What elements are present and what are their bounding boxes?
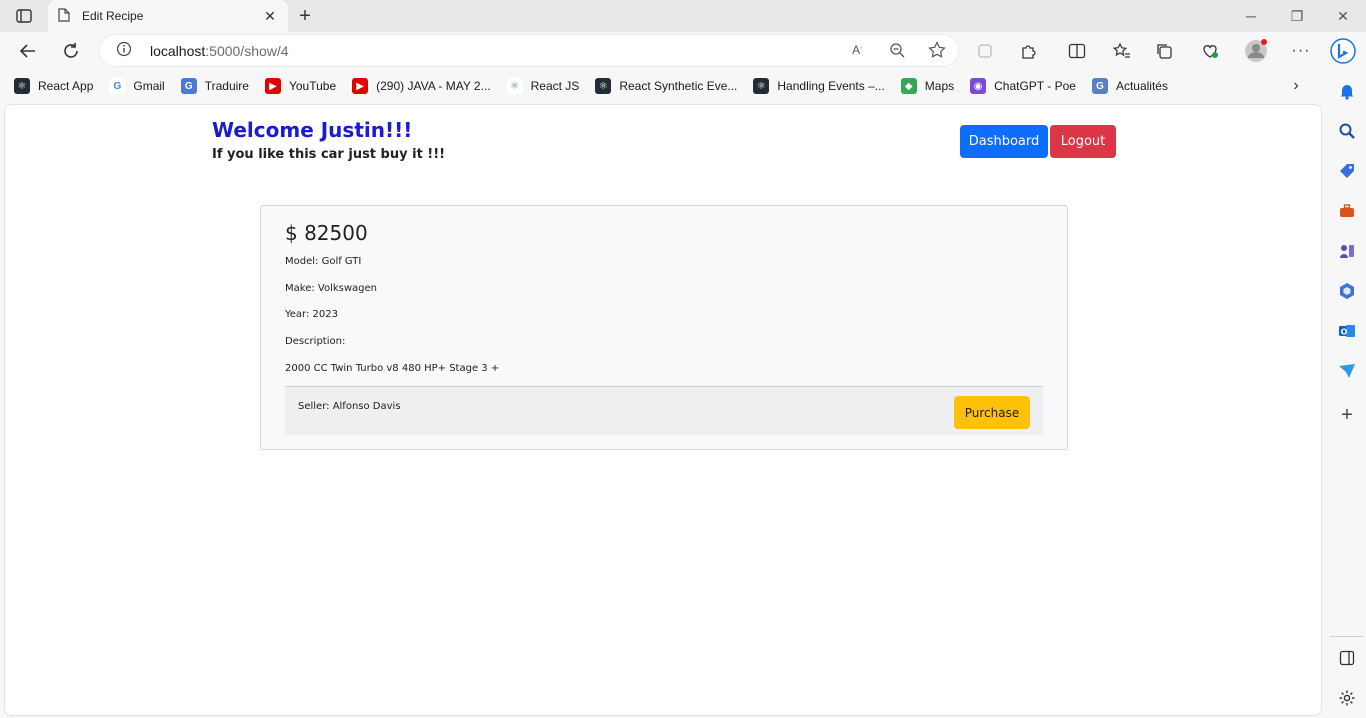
bookmark-chatgpt-poe[interactable]: ◉ ChatGPT - Poe bbox=[970, 78, 1076, 94]
hide-sidebar-icon[interactable] bbox=[1334, 645, 1360, 671]
tab-title: Edit Recipe bbox=[82, 9, 144, 23]
page-subtitle: If you like this car just buy it !!! bbox=[212, 147, 446, 162]
bookmark-react-js[interactable]: ⚛ React JS bbox=[506, 78, 579, 94]
car-price: $ 82500 bbox=[285, 221, 368, 245]
car-description: 2000 CC Twin Turbo v8 480 HP+ Stage 3 + bbox=[285, 363, 500, 374]
car-description-label: Description: bbox=[285, 336, 346, 347]
collections-icon[interactable] bbox=[1150, 36, 1180, 66]
maps-icon: ◆ bbox=[900, 78, 917, 94]
back-icon[interactable] bbox=[12, 36, 42, 66]
react-icon: ⚛ bbox=[595, 78, 612, 94]
bookmark-handling-events[interactable]: ⚛ Handling Events –... bbox=[753, 78, 885, 94]
car-card: $ 82500 Model: Golf GTI Make: Volkswagen… bbox=[260, 205, 1068, 450]
navigation-bar: localhost:5000/show/4 Aʼ ··· bbox=[0, 32, 1366, 70]
microsoft365-icon[interactable] bbox=[1334, 278, 1360, 304]
window-close-icon[interactable]: ✕ bbox=[1320, 0, 1366, 32]
performance-icon[interactable] bbox=[1195, 36, 1225, 66]
bookmark-traduire[interactable]: G Traduire bbox=[180, 78, 249, 94]
extensions-icon[interactable] bbox=[1014, 36, 1044, 66]
sidebar-divider bbox=[1330, 636, 1364, 637]
site-info-icon[interactable] bbox=[116, 41, 132, 60]
search-icon[interactable] bbox=[1334, 118, 1360, 144]
read-aloud-icon[interactable]: Aʼ bbox=[846, 39, 868, 61]
purchase-button[interactable]: Purchase bbox=[954, 396, 1030, 429]
car-year: Year: 2023 bbox=[285, 309, 338, 320]
zoom-out-icon[interactable] bbox=[886, 39, 908, 61]
browser-essentials-icon[interactable] bbox=[970, 36, 1000, 66]
add-icon[interactable]: + bbox=[1334, 402, 1360, 428]
google-icon: G bbox=[109, 78, 126, 94]
chevron-right-icon[interactable]: › bbox=[1286, 76, 1306, 96]
logout-button[interactable]: Logout bbox=[1050, 125, 1116, 158]
youtube-icon: ▶ bbox=[352, 78, 369, 94]
address-bar[interactable]: localhost:5000/show/4 Aʼ bbox=[100, 35, 958, 66]
shopping-tag-icon[interactable] bbox=[1334, 158, 1360, 184]
settings-gear-icon[interactable] bbox=[1334, 685, 1360, 711]
url-text[interactable]: localhost:5000/show/4 bbox=[150, 43, 289, 59]
tab-actions-icon[interactable] bbox=[8, 6, 40, 26]
favorites-icon[interactable] bbox=[1107, 36, 1137, 66]
games-icon[interactable] bbox=[1334, 238, 1360, 264]
profile-avatar[interactable] bbox=[1241, 36, 1271, 66]
restore-icon[interactable]: ❐ bbox=[1274, 0, 1320, 32]
copilot-icon[interactable] bbox=[1328, 36, 1358, 66]
react-icon: ⚛ bbox=[14, 78, 30, 94]
react-icon: ⚛ bbox=[506, 78, 523, 94]
car-make: Make: Volkswagen bbox=[285, 283, 377, 294]
close-tab-icon[interactable]: ✕ bbox=[262, 8, 278, 24]
bell-icon[interactable] bbox=[1334, 78, 1360, 104]
welcome-heading: Welcome Justin!!! bbox=[212, 118, 413, 142]
youtube-icon: ▶ bbox=[264, 78, 281, 94]
bookmark-maps[interactable]: ◆ Maps bbox=[900, 78, 954, 94]
bookmark-gmail[interactable]: G Gmail bbox=[109, 78, 165, 94]
poe-icon: ◉ bbox=[970, 78, 987, 94]
translate-icon: G bbox=[180, 78, 197, 94]
bookmarks-bar: ⚛ React App G Gmail G Traduire ▶ YouTube ▶ (2… bbox=[0, 70, 1366, 102]
page-viewport: Welcome Justin!!! If you like this car j… bbox=[4, 104, 1322, 716]
more-options-icon[interactable]: ··· bbox=[1286, 36, 1316, 66]
react-icon: ⚛ bbox=[753, 78, 770, 94]
bookmark-react-synthetic-events[interactable]: ⚛ React Synthetic Eve... bbox=[595, 78, 737, 94]
bookmark-react-app[interactable]: ⚛ React App bbox=[14, 78, 93, 94]
page-icon bbox=[58, 7, 70, 25]
send-drop-icon[interactable] bbox=[1334, 358, 1360, 384]
minimize-icon[interactable]: ─ bbox=[1228, 0, 1274, 32]
news-icon: G bbox=[1091, 78, 1108, 94]
seller-name: Seller: Alfonso Davis bbox=[298, 401, 401, 412]
edge-sidebar: O + bbox=[1328, 70, 1366, 718]
bookmark-actualites[interactable]: G Actualités bbox=[1091, 78, 1168, 94]
favorite-star-icon[interactable] bbox=[926, 39, 948, 61]
browser-tab[interactable]: Edit Recipe ✕ bbox=[48, 0, 288, 32]
split-screen-icon[interactable] bbox=[1062, 36, 1092, 66]
bookmark-java-video[interactable]: ▶ (290) JAVA - MAY 2... bbox=[352, 78, 491, 94]
refresh-icon[interactable] bbox=[56, 36, 86, 66]
card-footer: Seller: Alfonso Davis Purchase bbox=[285, 386, 1043, 435]
title-bar: Edit Recipe ✕ + ─ ❐ ✕ bbox=[0, 0, 1366, 32]
new-tab-icon[interactable]: + bbox=[294, 5, 316, 27]
dashboard-button[interactable]: Dashboard bbox=[960, 125, 1048, 158]
outlook-icon[interactable]: O bbox=[1334, 318, 1360, 344]
svg-text:O: O bbox=[1341, 328, 1348, 337]
tools-briefcase-icon[interactable] bbox=[1334, 198, 1360, 224]
bookmark-youtube[interactable]: ▶ YouTube bbox=[264, 78, 336, 94]
car-model: Model: Golf GTI bbox=[285, 256, 362, 267]
